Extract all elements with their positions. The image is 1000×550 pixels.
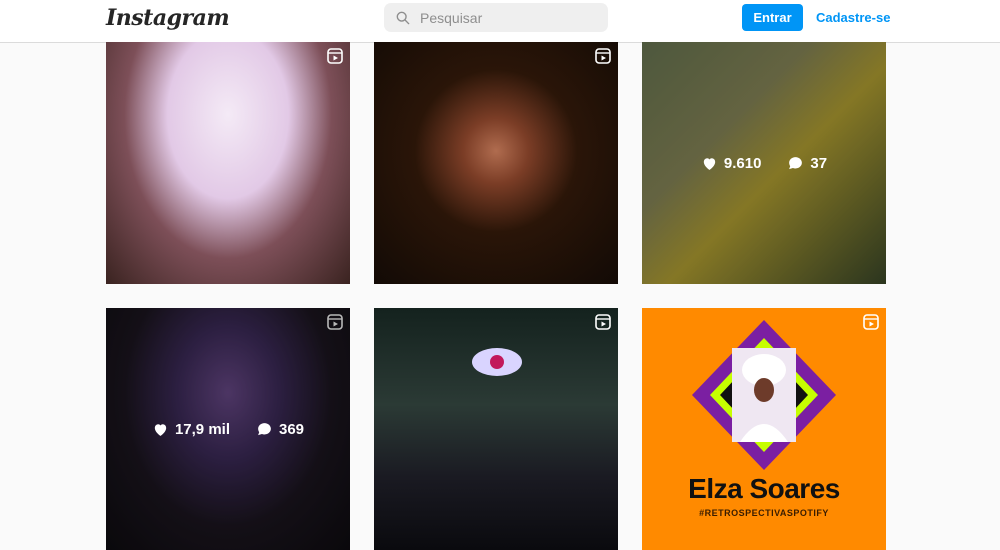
comments-stat: 369: [256, 421, 304, 438]
login-button[interactable]: Entrar: [742, 4, 803, 31]
instagram-logo[interactable]: Instagram: [106, 5, 230, 31]
likes-count: 17,9 mil: [174, 420, 230, 438]
post-tile-1[interactable]: [106, 42, 350, 284]
album-art-graphic: [692, 320, 836, 470]
comment-icon: [789, 156, 803, 169]
post-title-text: Elza Soares: [688, 473, 840, 504]
comments-count: 369: [279, 420, 305, 438]
post-stats-overlay: 17,9 mil 369: [106, 308, 350, 550]
post-hashtag-text: #RETROSPECTIVASPOTIFY: [699, 508, 829, 518]
likes-stat: 17,9 mil: [152, 421, 230, 438]
search-box[interactable]: [384, 3, 608, 32]
reels-icon: [863, 314, 879, 330]
comments-count: 37: [810, 154, 828, 172]
post-tile-2[interactable]: [374, 42, 618, 284]
search-icon: [396, 11, 410, 24]
reels-icon: [595, 314, 611, 330]
post-stats-overlay: 9.610 37: [642, 42, 886, 284]
post-tile-5[interactable]: [374, 308, 618, 550]
search-input[interactable]: [420, 9, 590, 26]
likes-count: 9.610: [723, 154, 762, 172]
heart-icon: [154, 423, 167, 436]
post-tile-6[interactable]: Elza Soares #RETROSPECTIVASPOTIFY: [642, 308, 886, 550]
likes-stat: 9.610: [701, 154, 762, 172]
comments-stat: 37: [787, 155, 827, 172]
post-tile-3[interactable]: 9.610 37: [642, 42, 886, 284]
heart-icon: [703, 157, 716, 170]
post-tile-4[interactable]: 17,9 mil 369: [106, 308, 350, 550]
top-navigation-bar: Instagram Entrar Cadastre-se: [0, 0, 1000, 43]
reels-icon: [327, 48, 343, 64]
signup-link[interactable]: Cadastre-se: [816, 10, 890, 25]
comment-icon: [258, 422, 271, 435]
reels-icon: [595, 48, 611, 64]
stage-eye-graphic: [472, 348, 522, 376]
